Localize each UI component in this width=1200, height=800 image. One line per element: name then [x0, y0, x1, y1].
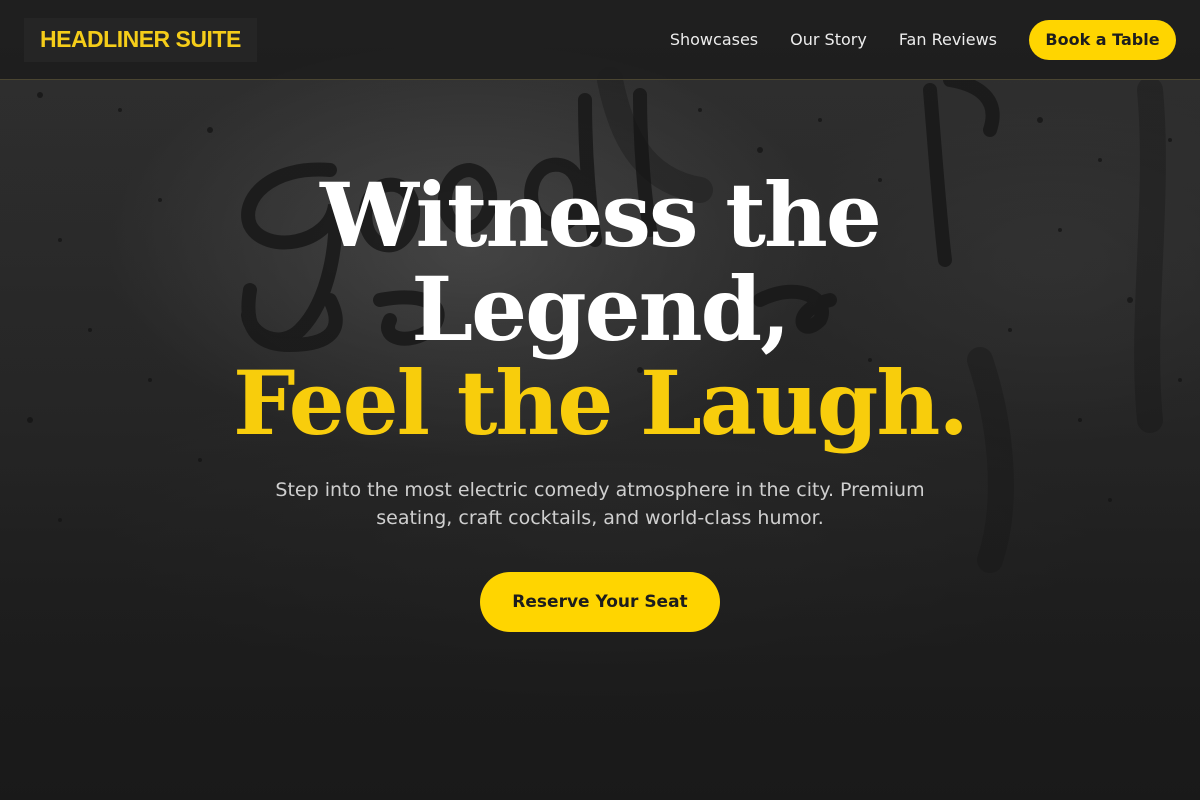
- headline-line-accent: Feel the Laugh.: [233, 351, 969, 455]
- hero-headline: Witness the Legend, Feel the Laugh.: [0, 168, 1200, 450]
- nav-link-showcases[interactable]: Showcases: [670, 30, 758, 49]
- brand-logo[interactable]: HEADLINER SUITE: [24, 17, 257, 62]
- nav-links: Showcases Our Story Fan Reviews Book a T…: [670, 19, 1176, 60]
- hero-section: Witness the Legend, Feel the Laugh. Step…: [0, 168, 1200, 632]
- reserve-your-seat-button[interactable]: Reserve Your Seat: [480, 572, 720, 632]
- headline-line-2: Legend,: [411, 257, 791, 361]
- navbar: HEADLINER SUITE Showcases Our Story Fan …: [0, 0, 1200, 80]
- book-a-table-button[interactable]: Book a Table: [1029, 19, 1176, 60]
- nav-link-fan-reviews[interactable]: Fan Reviews: [899, 30, 997, 49]
- nav-link-our-story[interactable]: Our Story: [790, 30, 867, 49]
- headline-line-1: Witness the: [320, 163, 882, 267]
- hero-subtitle: Step into the most electric comedy atmos…: [275, 479, 925, 529]
